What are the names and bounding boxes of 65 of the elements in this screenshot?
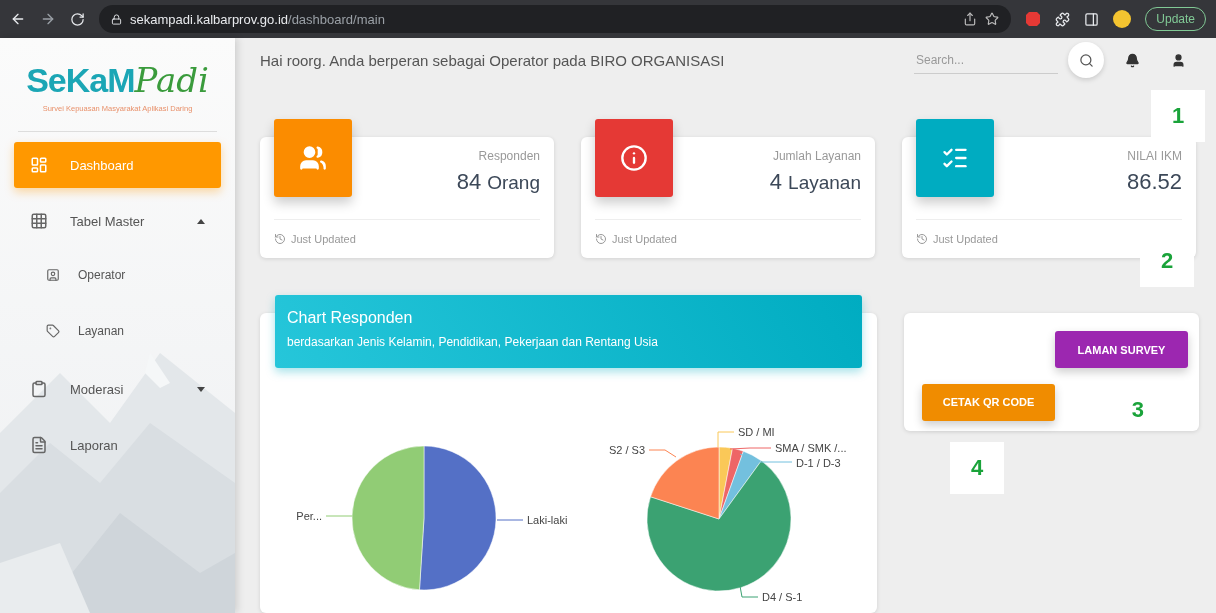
chart-subtitle: berdasarkan Jenis Kelamin, Pendidikan, Pekerjaan dan Rentang Usia: [287, 335, 659, 349]
logo-script-text: Padi: [134, 60, 209, 100]
info-icon: [620, 144, 648, 172]
file-icon: [30, 436, 48, 454]
puzzle-icon[interactable]: [1055, 11, 1071, 27]
history-icon: [916, 233, 928, 245]
leader-line: [739, 453, 793, 463]
stat-title: NILAI IKM: [1127, 149, 1182, 163]
lock-icon: [111, 13, 122, 25]
history-icon: [274, 233, 286, 245]
stat-value: 86.52: [1126, 169, 1182, 195]
contact-card-icon: [46, 268, 60, 282]
chart-title: Chart Responden: [287, 309, 414, 327]
reload-icon[interactable]: [70, 11, 85, 27]
bell-icon: [1124, 52, 1140, 68]
chart-label: S2 / S3: [608, 444, 645, 456]
stat-unit: Orang: [487, 172, 540, 194]
stat-value: 4: [769, 169, 783, 195]
search-button[interactable]: [1068, 42, 1104, 78]
annotation-number: 1: [1151, 90, 1205, 142]
chart-label: Laki-laki: [527, 514, 568, 526]
update-status: Just Updated: [612, 233, 677, 245]
users-icon: [299, 144, 327, 172]
avatar-icon[interactable]: [1113, 10, 1132, 28]
update-status: Just Updated: [291, 233, 356, 245]
sidebar-item[interactable]: Operator: [14, 250, 221, 300]
history-icon: [595, 233, 607, 245]
action-button[interactable]: LAMAN SURVEY: [1055, 331, 1188, 368]
user-icon: [1170, 52, 1186, 68]
clipboard-icon: [30, 380, 48, 398]
tag-icon: [46, 324, 60, 338]
update-status: Just Updated: [933, 233, 998, 245]
sidebar-item[interactable]: Layanan: [14, 306, 221, 356]
chart-label: SD / MI: [738, 426, 775, 438]
grid-icon: [30, 212, 48, 230]
stat-unit: Layanan: [788, 172, 861, 194]
caret-down-icon: [197, 386, 205, 392]
chart-label: SMA / SMK /...: [775, 442, 847, 454]
stat-title: Jumlah Layanan: [772, 149, 861, 163]
star-icon[interactable]: [985, 12, 1000, 26]
caret-up-icon: [197, 218, 205, 224]
side-panel-icon[interactable]: [1084, 11, 1100, 27]
greeting-text: Hai roorg. Anda berperan sebagai Operator pada BIRO ORGANISASI: [260, 51, 726, 69]
stat-title: Responden: [478, 149, 540, 163]
sidebar-item[interactable]: Moderasi: [14, 366, 221, 412]
share-icon[interactable]: [963, 12, 978, 26]
forward-icon[interactable]: [40, 11, 56, 27]
back-icon[interactable]: [10, 11, 26, 27]
annotation-number: 4: [950, 442, 1004, 494]
search-field[interactable]: Search...: [914, 46, 1058, 74]
chart-label: D4 / S-1: [762, 591, 803, 603]
stat-value: 84: [456, 169, 482, 195]
sidebar-item[interactable]: Tabel Master: [14, 198, 221, 244]
dashboard-icon: [30, 156, 48, 174]
logo-text: SeKaM: [26, 61, 135, 100]
leader-line: [648, 449, 677, 458]
chart-label: Per...: [296, 510, 322, 522]
url-text: sekampadi.kalbarprov.go.id/dashboard/main: [130, 11, 385, 27]
search-icon: [1078, 52, 1094, 68]
leader-line: [325, 515, 353, 517]
address-bar[interactable]: sekampadi.kalbarprov.go.id/dashboard/main: [99, 5, 1012, 33]
chart-label: D-1 / D-3: [796, 457, 841, 469]
annotation-number: 3: [1131, 397, 1144, 423]
leader-line: [496, 519, 524, 521]
leader-line: [739, 585, 759, 598]
